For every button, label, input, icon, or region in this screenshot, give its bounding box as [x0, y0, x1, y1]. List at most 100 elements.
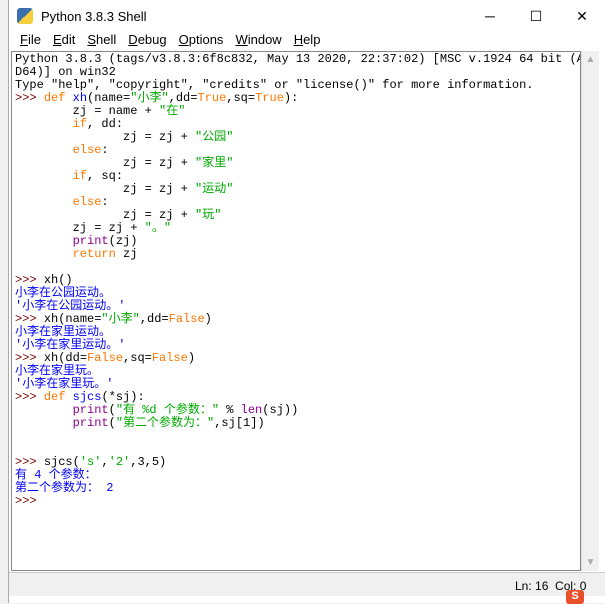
menu-label: ptions — [188, 32, 224, 47]
menu-accelerator: W — [235, 32, 248, 47]
code-token: len — [240, 403, 263, 417]
code-token: , — [101, 455, 109, 469]
code-token: if — [72, 117, 88, 131]
maximize-button[interactable]: ☐ — [513, 0, 559, 32]
code-token: return — [72, 247, 116, 261]
code-token: >>> — [15, 494, 44, 508]
code-token: 小李在家里运动。 — [15, 325, 112, 339]
vertical-scrollbar[interactable]: ▲ ▼ — [581, 51, 599, 571]
menu-label: indow — [247, 32, 282, 47]
menu-label: hell — [96, 32, 117, 47]
code-token: zj = zj + — [15, 221, 145, 235]
menu-accelerator: D — [128, 32, 138, 47]
minimize-button[interactable]: ─ — [467, 0, 513, 32]
menu-accelerator: E — [52, 32, 62, 47]
code-token: : — [101, 143, 109, 157]
code-token: '小李在家里运动。' — [15, 338, 126, 352]
code-token: ) — [204, 312, 212, 326]
code-token: ,sq= — [226, 91, 256, 105]
code-token: (*sj): — [101, 390, 145, 404]
menu-label: elp — [303, 32, 321, 47]
code-token: >>> — [15, 390, 44, 404]
code-token: ,dd= — [168, 91, 198, 105]
code-token: D64)] on win32 — [15, 65, 116, 79]
code-token: "。" — [144, 221, 172, 235]
menu-label: ile — [27, 32, 41, 47]
menu-accelerator: F — [20, 32, 28, 47]
code-token: (name= — [87, 91, 131, 105]
code-token: "有 %d 个参数：" — [115, 403, 220, 417]
code-token: 小李在公园运动。 — [15, 286, 112, 300]
code-token: ,dd= — [139, 312, 169, 326]
shell-line: >>> sjcs('s','2',3,5) — [15, 455, 580, 469]
python-icon — [17, 8, 33, 24]
code-token: zj = zj + — [15, 156, 196, 170]
code-token: zj = zj + — [15, 182, 196, 196]
code-token: xh — [72, 91, 88, 105]
code-token: : — [101, 195, 109, 209]
menu-file[interactable]: File — [14, 32, 47, 51]
code-token: False — [87, 351, 124, 365]
shell-text-area[interactable]: Python 3.8.3 (tags/v3.8.3:6f8c832, May 1… — [11, 51, 581, 571]
window-title: Python 3.8.3 Shell — [41, 8, 147, 24]
idle-shell-window: Python 3.8.3 Shell ─ ☐ ✕ File Edit Shell De… — [8, 0, 605, 603]
menu-bar: File Edit Shell Debug Options Window Help — [9, 32, 605, 51]
code-token: False — [168, 312, 205, 326]
menu-help[interactable]: Help — [288, 32, 327, 51]
shell-line: 第二个参数为： 2 — [15, 481, 580, 495]
code-token: Type "help", "copyright", "credits" or "… — [15, 78, 534, 92]
code-token: (sj)) — [262, 403, 299, 417]
shell-line: >>> — [15, 494, 580, 508]
ime-icon[interactable]: S — [566, 590, 584, 604]
code-token: "玩" — [195, 208, 222, 222]
menu-edit[interactable]: Edit — [47, 32, 81, 51]
shell-line: return zj — [15, 247, 580, 261]
code-token: ) — [187, 351, 196, 365]
code-token: "小李" — [130, 91, 169, 105]
code-token: 有 4 个参数： — [15, 468, 97, 482]
menu-debug[interactable]: Debug — [122, 32, 172, 51]
code-token: zj = zj + — [15, 130, 196, 144]
code-token: Python 3.8.3 (tags/v3.8.3:6f8c832, May 1… — [15, 52, 581, 66]
code-token: def — [43, 91, 73, 105]
close-button[interactable]: ✕ — [559, 0, 605, 32]
title-bar: Python 3.8.3 Shell ─ ☐ ✕ — [9, 0, 605, 32]
code-token: '2' — [108, 455, 131, 469]
menu-window[interactable]: Window — [229, 32, 287, 51]
scroll-up-icon[interactable]: ▲ — [582, 51, 599, 68]
code-token: xh() — [43, 273, 73, 287]
code-token: "在" — [159, 104, 186, 118]
code-token: >>> — [15, 312, 44, 326]
code-token: if — [72, 169, 88, 183]
code-token: ( — [108, 416, 116, 430]
code-token: 小李在家里玩。 — [15, 364, 100, 378]
line-number: Ln: 16 — [515, 579, 549, 593]
menu-options[interactable]: Options — [173, 32, 230, 51]
menu-shell[interactable]: Shell — [81, 32, 122, 51]
code-token: "小李" — [101, 312, 140, 326]
code-token: >>> — [15, 273, 44, 287]
code-token: False — [151, 351, 188, 365]
code-token: , dd: — [87, 117, 124, 131]
code-token: ,sq= — [123, 351, 152, 365]
code-token: (zj) — [108, 234, 138, 248]
code-token: >>> — [15, 91, 44, 105]
code-token: else — [72, 195, 102, 209]
menu-label: dit — [61, 32, 76, 47]
code-token: ): — [283, 91, 299, 105]
code-token: 第二个参数为： 2 — [15, 481, 114, 495]
code-token: print — [72, 403, 109, 417]
code-token: xh(name= — [43, 312, 102, 326]
code-token: zj = zj + — [15, 208, 196, 222]
menu-accelerator: H — [293, 32, 304, 47]
code-token: 's' — [79, 455, 102, 469]
scroll-down-icon[interactable]: ▼ — [582, 554, 599, 571]
